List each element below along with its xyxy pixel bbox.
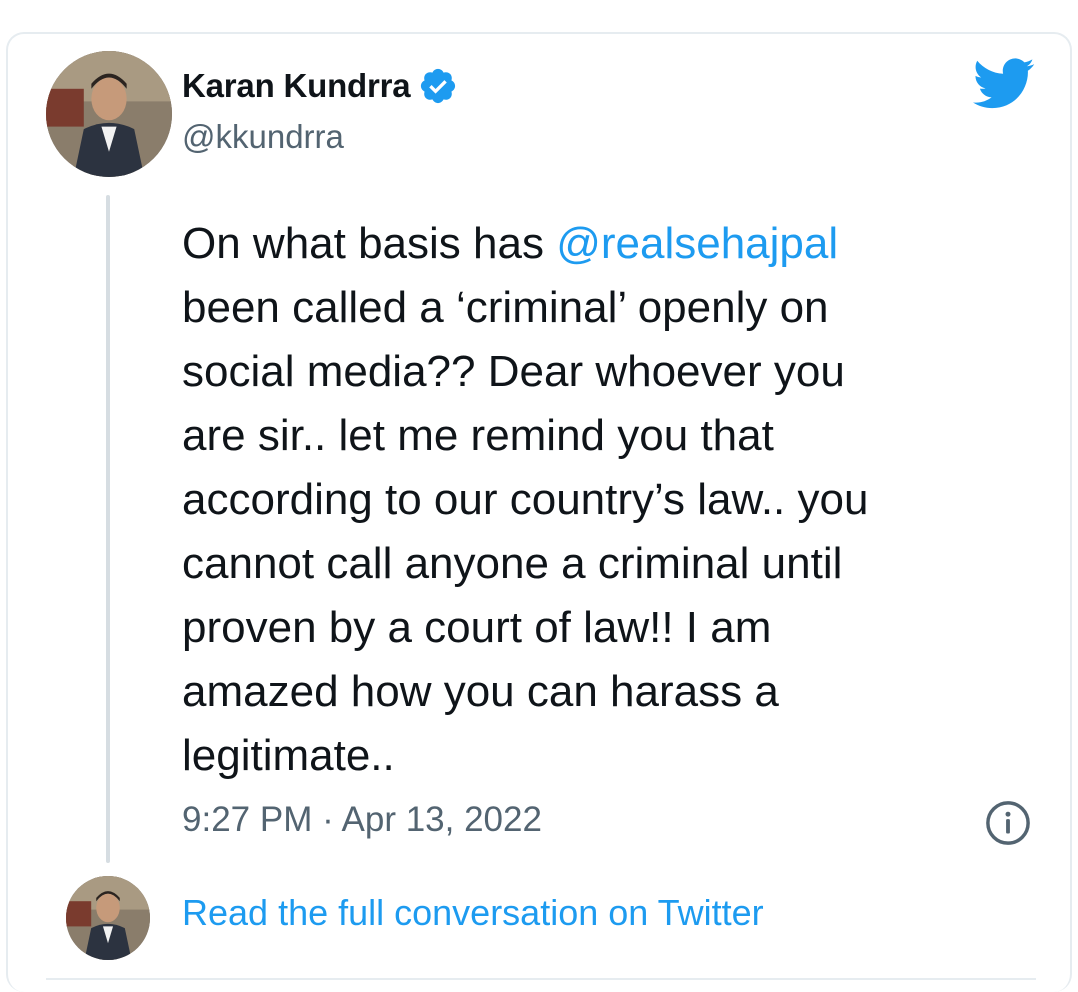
info-icon[interactable] — [985, 800, 1031, 846]
tweet-timestamp[interactable]: 9:27 PM · Apr 13, 2022 — [182, 800, 542, 840]
author-handle[interactable]: @kkundrra — [182, 118, 344, 156]
mention-link[interactable]: @realsehajpal — [556, 219, 838, 268]
author-avatar[interactable] — [46, 51, 172, 177]
tweet-text-start: On what basis has — [182, 219, 557, 268]
read-conversation-link[interactable]: Read the full conversation on Twitter — [182, 892, 764, 934]
verified-badge-icon — [421, 68, 456, 104]
tweet-text-rest: been called a ‘criminal’ openly on socia… — [182, 283, 869, 780]
twitter-bird-icon[interactable] — [973, 58, 1035, 110]
divider — [46, 978, 1036, 980]
author-name-row: Karan Kundrra — [182, 66, 458, 106]
author-avatar-small[interactable] — [66, 876, 150, 960]
thread-line — [106, 195, 110, 863]
author-name[interactable]: Karan Kundrra — [182, 67, 411, 105]
avatar-photo — [46, 51, 172, 177]
avatar-photo-small — [66, 876, 150, 960]
tweet-text: On what basis has @realsehajpal been cal… — [182, 212, 1022, 788]
